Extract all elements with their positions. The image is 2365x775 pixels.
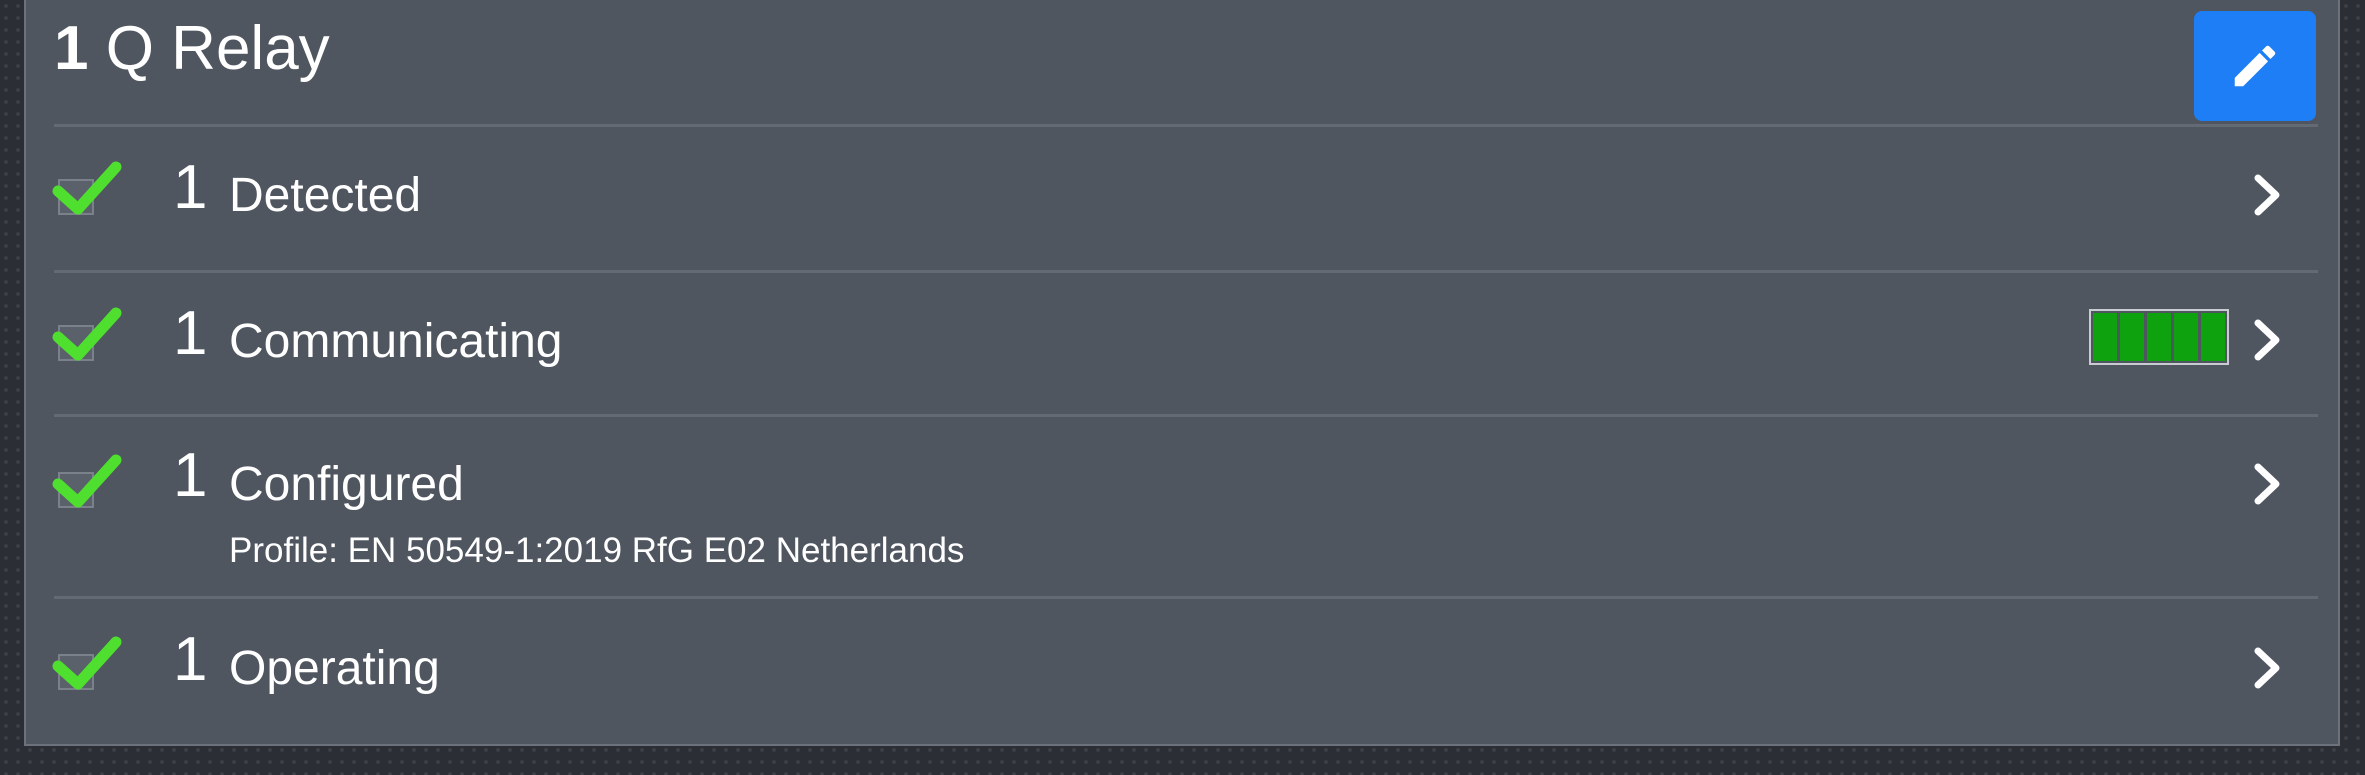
status-row-communicating[interactable]: 1 Communicating — [26, 273, 2338, 414]
panel-title: 1 Q Relay — [54, 18, 330, 80]
signal-bar — [2120, 313, 2144, 361]
status-row-operating[interactable]: 1 Operating — [26, 599, 2338, 739]
signal-bar — [2201, 313, 2225, 361]
row-label: Configured — [229, 458, 464, 511]
chevron-right-icon — [2254, 647, 2280, 689]
checkmark-icon — [52, 636, 122, 690]
relay-status-panel: 1 Q Relay 1 Detected 1 Communicating 1 C… — [24, 0, 2340, 746]
row-count: 1 — [173, 625, 208, 694]
status-row-configured[interactable]: 1 Configured Profile: EN 50549-1:2019 Rf… — [26, 417, 2338, 596]
chevron-right-icon — [2254, 463, 2280, 505]
signal-bar — [2174, 313, 2198, 361]
chevron-right-icon — [2254, 319, 2280, 361]
row-label: Communicating — [229, 315, 563, 368]
signal-strength-indicator — [2089, 309, 2229, 365]
status-row-detected[interactable]: 1 Detected — [26, 127, 2338, 270]
row-count: 1 — [173, 441, 208, 510]
chevron-right-icon — [2254, 174, 2280, 216]
title-count: 1 — [54, 14, 89, 83]
title-text: Q Relay — [105, 14, 330, 83]
signal-bar — [2147, 313, 2171, 361]
checkmark-icon — [52, 161, 122, 215]
profile-text: Profile: EN 50549-1:2019 RfG E02 Netherl… — [229, 531, 965, 570]
edit-button[interactable] — [2194, 11, 2316, 121]
panel-header: 1 Q Relay — [26, 0, 2338, 124]
row-count: 1 — [173, 299, 208, 368]
row-label: Detected — [229, 169, 422, 222]
row-label: Operating — [229, 642, 440, 695]
checkmark-icon — [52, 454, 122, 508]
pencil-icon — [2234, 45, 2276, 87]
signal-bar — [2093, 313, 2117, 361]
row-count: 1 — [173, 153, 208, 222]
checkmark-icon — [52, 307, 122, 361]
